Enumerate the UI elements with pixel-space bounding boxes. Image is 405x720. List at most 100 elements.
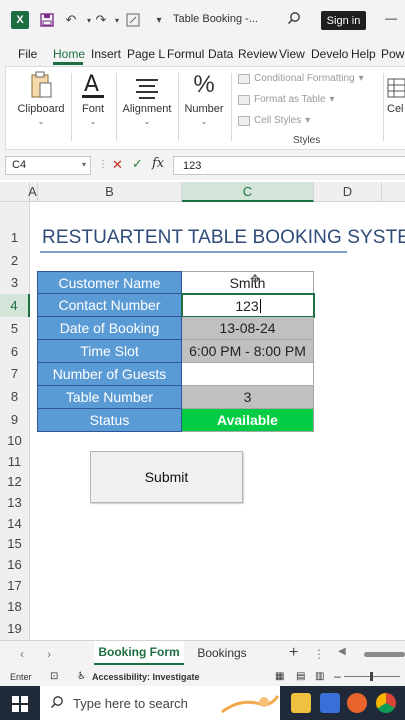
row-header-18[interactable]: 18: [0, 596, 30, 616]
firefox-icon[interactable]: [347, 693, 367, 713]
status-badge[interactable]: Available: [182, 409, 314, 432]
row-header-9[interactable]: 9: [0, 408, 30, 430]
customize-toolbar-icon[interactable]: ▾: [150, 11, 168, 29]
row-header-19[interactable]: 19: [0, 616, 30, 640]
tab-power[interactable]: Powe: [381, 47, 405, 61]
undo-icon[interactable]: ↶: [62, 11, 80, 29]
select-all-corner[interactable]: [0, 182, 30, 202]
chevron-down-icon: ⌄: [37, 117, 45, 126]
row-header-17[interactable]: 17: [0, 575, 30, 596]
clipboard-group[interactable]: Clipboard ⌄: [16, 71, 66, 126]
column-header-a[interactable]: A: [28, 182, 38, 202]
number-group[interactable]: % Number ⌄: [182, 71, 226, 126]
page-layout-icon[interactable]: ▤: [296, 671, 305, 682]
search-icon[interactable]: [287, 11, 301, 28]
row-label: 6: [10, 343, 19, 359]
worksheet-grid[interactable]: A B C D 1 2 3 4 5 6 7 8 9 10 11 12 13 14…: [0, 180, 405, 640]
row-label: 1: [10, 230, 19, 245]
column-header-e[interactable]: [382, 182, 405, 202]
cell-styles-button[interactable]: Cell Styles ▾: [238, 115, 310, 126]
date-of-booking-cell[interactable]: 13-08-24: [182, 317, 314, 340]
row-header-14[interactable]: 14: [0, 513, 30, 533]
contact-number-cell[interactable]: 123: [181, 293, 315, 318]
cells-label: Cel: [387, 103, 404, 115]
file-explorer-icon[interactable]: [291, 693, 311, 713]
tab-formulas[interactable]: Formul: [167, 47, 204, 61]
conditional-formatting-button[interactable]: Conditional Formatting ▾: [238, 73, 364, 84]
row-header-8[interactable]: 8: [0, 385, 30, 408]
conditional-formatting-label: Conditional Formatting: [254, 73, 355, 84]
page-break-icon[interactable]: ▥: [315, 671, 324, 682]
zoom-out-icon[interactable]: –: [334, 669, 341, 683]
row-header-11[interactable]: 11: [0, 451, 30, 471]
sign-in-button[interactable]: Sign in: [321, 11, 366, 30]
accessibility-icon[interactable]: ♿: [77, 671, 86, 682]
tab-developer[interactable]: Develo: [311, 47, 348, 61]
macro-record-icon[interactable]: ⊡: [50, 671, 58, 682]
tab-view[interactable]: View: [279, 47, 305, 61]
table-number-cell[interactable]: 3: [182, 386, 314, 409]
format-as-table-icon: [238, 94, 250, 105]
row-header-1[interactable]: 1: [0, 226, 30, 249]
name-box[interactable]: C4 ▾: [5, 156, 91, 175]
tab-data[interactable]: Data: [208, 47, 233, 61]
cells-group[interactable]: Cel: [387, 71, 405, 115]
ribbon-divider: [116, 73, 117, 141]
tab-page-layout[interactable]: Page L: [127, 47, 165, 61]
row-header-2[interactable]: 2: [0, 249, 30, 271]
scroll-left-icon[interactable]: ◀: [338, 646, 346, 657]
horizontal-scrollbar[interactable]: [364, 652, 405, 657]
row-header-12[interactable]: 12: [0, 471, 30, 492]
alignment-group[interactable]: Alignment ⌄: [121, 71, 173, 126]
tab-help[interactable]: Help: [351, 47, 376, 61]
row-header-5[interactable]: 5: [0, 317, 30, 340]
row-header-7[interactable]: 7: [0, 362, 30, 385]
row-header[interactable]: [0, 202, 30, 226]
column-header-b[interactable]: B: [38, 182, 182, 202]
save-icon[interactable]: [38, 11, 56, 29]
windows-start-icon[interactable]: [12, 696, 28, 712]
title-bar: X ↶ ▾ ↷ ▾ ▾ Table Booking -... Sign in —: [0, 0, 405, 40]
chevron-right-icon[interactable]: ›: [47, 647, 51, 661]
accessibility-status[interactable]: Accessibility: Investigate: [92, 672, 200, 682]
font-group[interactable]: A Font ⌄: [76, 71, 110, 126]
tab-file[interactable]: File: [18, 47, 37, 61]
sheet-tab-booking-form[interactable]: Booking Form: [94, 641, 184, 665]
add-sheet-icon[interactable]: +: [289, 644, 298, 662]
taskbar-search-box[interactable]: Type here to search: [40, 686, 280, 720]
formula-input[interactable]: 123: [173, 156, 405, 175]
more-options-icon[interactable]: ⋮: [313, 647, 325, 661]
chevron-down-icon: ⌄: [200, 117, 208, 126]
time-slot-cell[interactable]: 6:00 PM - 8:00 PM: [182, 340, 314, 363]
zoom-slider-handle[interactable]: [370, 672, 373, 681]
chrome-icon[interactable]: [376, 693, 396, 713]
ribbon: Clipboard ⌄ A Font ⌄ Alignment ⌄ % Numbe…: [5, 66, 405, 150]
tab-home[interactable]: Home: [53, 47, 85, 61]
row-header-6[interactable]: 6: [0, 340, 30, 362]
confirm-entry-icon[interactable]: ✓: [132, 156, 143, 172]
row-header-3[interactable]: 3: [0, 271, 30, 294]
cancel-entry-icon[interactable]: ✕: [112, 157, 123, 173]
mail-app-icon[interactable]: [320, 693, 340, 713]
tab-review[interactable]: Review: [238, 47, 277, 61]
insert-function-icon[interactable]: fx: [152, 156, 164, 171]
normal-view-icon[interactable]: ▦: [275, 671, 284, 682]
quick-access-icon[interactable]: [124, 11, 142, 29]
row-header-15[interactable]: 15: [0, 533, 30, 554]
clipboard-icon: [25, 71, 57, 99]
row-header-16[interactable]: 16: [0, 554, 30, 575]
tab-insert[interactable]: Insert: [91, 47, 121, 61]
row-header-4[interactable]: 4: [0, 294, 30, 317]
format-as-table-button[interactable]: Format as Table ▾: [238, 94, 335, 105]
minimize-icon[interactable]: —: [385, 11, 397, 25]
chevron-down-icon: ▾: [305, 115, 311, 126]
customer-name-cell[interactable]: Smith: [182, 271, 314, 294]
submit-button[interactable]: Submit: [90, 451, 243, 503]
column-header-d[interactable]: D: [314, 182, 382, 202]
row-header-10[interactable]: 10: [0, 430, 30, 451]
row-header-13[interactable]: 13: [0, 492, 30, 513]
sheet-tab-bookings[interactable]: Bookings: [190, 641, 254, 665]
number-of-guests-cell[interactable]: [182, 363, 314, 386]
column-header-c[interactable]: C: [182, 182, 314, 202]
chevron-left-icon[interactable]: ‹: [20, 647, 24, 661]
